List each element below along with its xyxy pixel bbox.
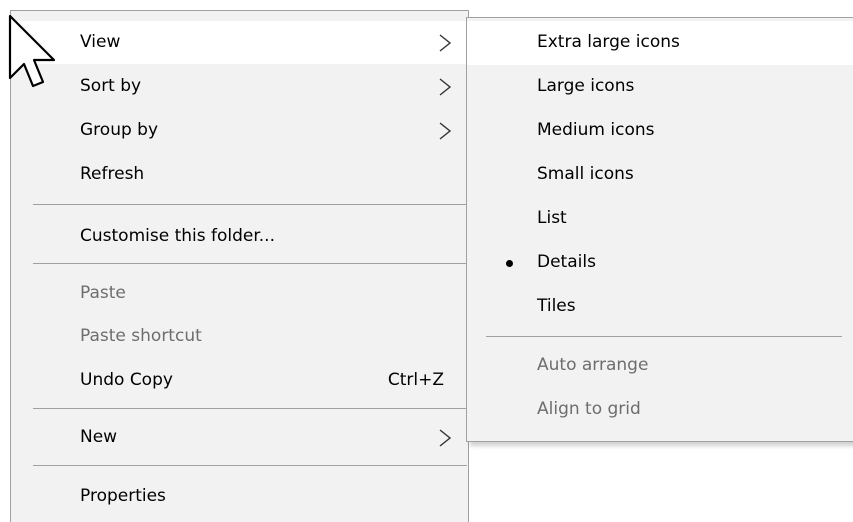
submenu-item-extra-large-icons[interactable]: Extra large icons	[467, 21, 853, 65]
submenu-item-label: Auto arrange	[537, 355, 649, 375]
menu-item-label: Paste	[80, 283, 126, 303]
menu-item-label: Group by	[80, 120, 159, 140]
submenu-item-label: Small icons	[537, 164, 634, 184]
view-submenu: Extra large icons Large icons Medium ico…	[466, 17, 853, 442]
submenu-item-auto-arrange[interactable]: Auto arrange	[467, 344, 853, 388]
keyboard-shortcut: Ctrl+Z	[387, 370, 444, 390]
desktop-background[interactable]: View Sort by Group by Refresh Customise …	[0, 0, 853, 522]
submenu-item-align-to-grid[interactable]: Align to grid	[467, 388, 853, 432]
menu-item-refresh[interactable]: Refresh	[11, 153, 468, 196]
menu-item-group-by[interactable]: Group by	[11, 109, 468, 152]
menu-item-paste[interactable]: Paste	[11, 272, 468, 315]
chevron-right-icon	[439, 78, 452, 96]
menu-item-sort-by[interactable]: Sort by	[11, 65, 468, 108]
menu-item-label: Paste shortcut	[80, 326, 202, 346]
menu-separator	[33, 263, 467, 264]
submenu-item-small-icons[interactable]: Small icons	[467, 153, 853, 197]
submenu-item-details[interactable]: Details	[467, 241, 853, 285]
submenu-item-label: Large icons	[537, 76, 635, 96]
menu-item-view[interactable]: View	[11, 21, 468, 64]
chevron-right-icon	[439, 34, 452, 52]
submenu-item-label: Extra large icons	[537, 32, 680, 52]
submenu-item-label: List	[537, 208, 567, 228]
menu-item-new[interactable]: New	[11, 416, 468, 459]
menu-item-label: Refresh	[80, 164, 145, 184]
menu-item-label: Undo Copy	[80, 370, 173, 390]
submenu-item-label: Details	[537, 252, 596, 272]
submenu-item-tiles[interactable]: Tiles	[467, 285, 853, 329]
menu-item-label: Customise this folder...	[80, 226, 275, 246]
menu-item-label: View	[80, 32, 121, 52]
submenu-item-medium-icons[interactable]: Medium icons	[467, 109, 853, 153]
menu-item-paste-shortcut[interactable]: Paste shortcut	[11, 315, 468, 358]
submenu-separator	[486, 336, 842, 337]
menu-separator	[33, 204, 467, 205]
menu-item-customise-folder[interactable]: Customise this folder...	[11, 215, 468, 258]
submenu-item-label: Medium icons	[537, 120, 655, 140]
menu-separator	[33, 408, 467, 409]
submenu-item-label: Align to grid	[537, 399, 641, 419]
menu-item-label: New	[80, 427, 118, 447]
submenu-item-large-icons[interactable]: Large icons	[467, 65, 853, 109]
menu-item-label: Properties	[80, 486, 166, 506]
menu-item-properties[interactable]: Properties	[11, 475, 468, 518]
chevron-right-icon	[439, 429, 452, 447]
context-menu: View Sort by Group by Refresh Customise …	[10, 10, 469, 522]
menu-item-label: Sort by	[80, 76, 142, 96]
bullet-icon	[506, 260, 513, 267]
submenu-item-label: Tiles	[537, 296, 576, 316]
submenu-item-list[interactable]: List	[467, 197, 853, 241]
menu-separator	[33, 465, 467, 466]
chevron-right-icon	[439, 122, 452, 140]
mouse-pointer-icon	[8, 14, 56, 88]
menu-item-undo-copy[interactable]: Undo Copy Ctrl+Z	[11, 359, 468, 402]
